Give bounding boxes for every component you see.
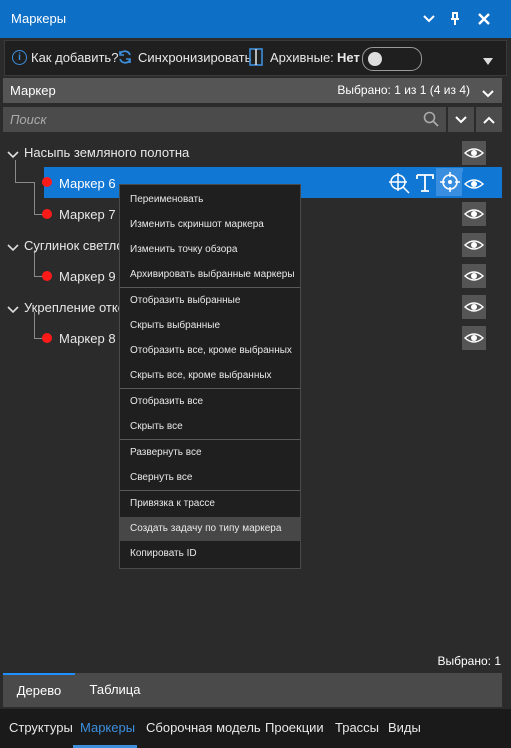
nav-projections[interactable]: Проекции	[265, 720, 324, 735]
marker-dot	[42, 209, 52, 219]
tree-group-label: Насыпь земляного полотна	[24, 145, 190, 160]
menu-item-hide-all-except[interactable]: Скрыть все, кроме выбранных	[120, 364, 300, 388]
column-header-label: Маркер	[10, 83, 56, 98]
column-header: Маркер Выбрано: 1 из 1 (4 из 4)	[3, 78, 502, 103]
eye-icon[interactable]	[462, 141, 486, 165]
search-bar	[3, 107, 446, 132]
menu-item-show-all[interactable]: Отобразить все	[120, 390, 300, 414]
menu-item-show-all-except[interactable]: Отобразить все, кроме выбранных	[120, 339, 300, 363]
eye-icon[interactable]	[462, 233, 486, 257]
close-icon[interactable]	[472, 7, 496, 31]
nav-structures[interactable]: Структуры	[9, 720, 73, 735]
footer-selection-count: Выбрано: 1	[437, 654, 502, 668]
tree-item-label: Маркер 7	[59, 207, 116, 222]
tab-table[interactable]: Таблица	[83, 673, 147, 707]
archived-label: Архивные:	[270, 50, 334, 65]
eye-icon[interactable]	[462, 172, 486, 196]
tree-line	[15, 160, 16, 182]
bottom-nav: Структуры Маркеры Сборочная модель Проек…	[0, 709, 511, 748]
nav-assembly-model[interactable]: Сборочная модель	[146, 720, 261, 735]
dropdown-arrow-icon[interactable]	[483, 53, 493, 68]
tree-item-label: Маркер 9	[59, 269, 116, 284]
selection-count: Выбрано: 1 из 1 (4 из 4)	[337, 83, 470, 97]
nav-markers[interactable]: Маркеры	[80, 720, 135, 735]
crosshair-icon[interactable]	[436, 168, 463, 196]
eye-icon[interactable]	[462, 295, 486, 319]
toolbar: i Как добавить? Синхронизировать Архивны…	[4, 40, 507, 76]
toggle-knob	[368, 52, 382, 66]
menu-separator	[120, 388, 300, 389]
menu-separator	[120, 287, 300, 288]
tree-group-label: Суглинок светло-	[24, 238, 128, 253]
text-icon[interactable]	[413, 171, 437, 198]
menu-item-change-viewpoint[interactable]: Изменить точку обзора	[120, 238, 300, 262]
tree-line	[34, 182, 35, 214]
info-icon: i	[12, 50, 27, 65]
tree-group[interactable]: Суглинок светло-	[24, 238, 128, 262]
tree-item[interactable]: Маркер 7	[59, 207, 116, 231]
search-input[interactable]	[3, 107, 410, 132]
tree-group-label: Укрепление отко	[24, 300, 125, 315]
tree-group[interactable]: Насыпь земляного полотна	[24, 145, 189, 169]
eye-icon[interactable]	[462, 264, 486, 288]
menu-item-change-screenshot[interactable]: Изменить скриншот маркера	[120, 213, 300, 237]
menu-item-collapse-all[interactable]: Свернуть все	[120, 466, 300, 490]
menu-item-hide-selected[interactable]: Скрыть выбранные	[120, 314, 300, 338]
tab-tree[interactable]: Дерево	[3, 673, 75, 709]
chevron-down-icon[interactable]	[482, 86, 494, 101]
marker-dot	[42, 271, 52, 281]
collapse-all-button[interactable]	[476, 107, 502, 132]
expand-toggle-icon[interactable]	[7, 302, 19, 317]
marker-dot	[42, 177, 52, 187]
title-bar: Маркеры	[0, 0, 511, 38]
menu-separator	[120, 490, 300, 491]
tree-item[interactable]: Маркер 8	[59, 331, 116, 355]
archive-icon	[249, 48, 263, 69]
tree-item[interactable]: Маркер 6	[59, 176, 116, 200]
menu-item-expand-all[interactable]: Развернуть все	[120, 441, 300, 465]
marker-dot	[42, 333, 52, 343]
menu-item-archive-selected[interactable]: Архивировать выбранные маркеры	[120, 263, 300, 287]
window-title: Маркеры	[11, 11, 67, 26]
tree-item[interactable]: Маркер 9	[59, 269, 116, 293]
menu-item-create-task[interactable]: Создать задачу по типу маркера	[120, 517, 300, 541]
nav-views[interactable]: Виды	[388, 720, 421, 735]
expand-toggle-icon[interactable]	[7, 147, 19, 162]
menu-item-show-selected[interactable]: Отобразить выбранные	[120, 289, 300, 313]
tree-group[interactable]: Укрепление отко	[24, 300, 125, 324]
archived-toggle[interactable]	[362, 47, 422, 71]
how-to-add-link[interactable]: Как добавить?	[31, 50, 118, 65]
menu-separator	[120, 439, 300, 440]
tree-item-label: Маркер 6	[59, 176, 116, 191]
menu-item-copy-id[interactable]: Копировать ID	[120, 542, 300, 566]
expand-all-button[interactable]	[448, 107, 474, 132]
sync-button[interactable]: Синхронизировать	[138, 50, 251, 65]
view-tabs: Дерево Таблица	[3, 673, 502, 707]
context-menu: Переименовать Изменить скриншот маркера …	[119, 184, 301, 569]
menu-item-bind-to-route[interactable]: Привязка к трассе	[120, 492, 300, 516]
menu-item-rename[interactable]: Переименовать	[120, 188, 300, 212]
expand-toggle-icon[interactable]	[7, 240, 19, 255]
eye-icon[interactable]	[462, 326, 486, 350]
archived-value: Нет	[337, 50, 360, 65]
tree-line	[15, 182, 35, 183]
search-icon[interactable]	[423, 111, 439, 130]
sync-icon	[117, 49, 133, 68]
target-icon[interactable]	[387, 171, 411, 198]
eye-icon[interactable]	[462, 202, 486, 226]
menu-item-hide-all[interactable]: Скрыть все	[120, 415, 300, 439]
pin-icon[interactable]	[443, 7, 467, 31]
nav-routes[interactable]: Трассы	[335, 720, 379, 735]
tree-item-label: Маркер 8	[59, 331, 116, 346]
chevron-down-icon[interactable]	[417, 7, 441, 31]
